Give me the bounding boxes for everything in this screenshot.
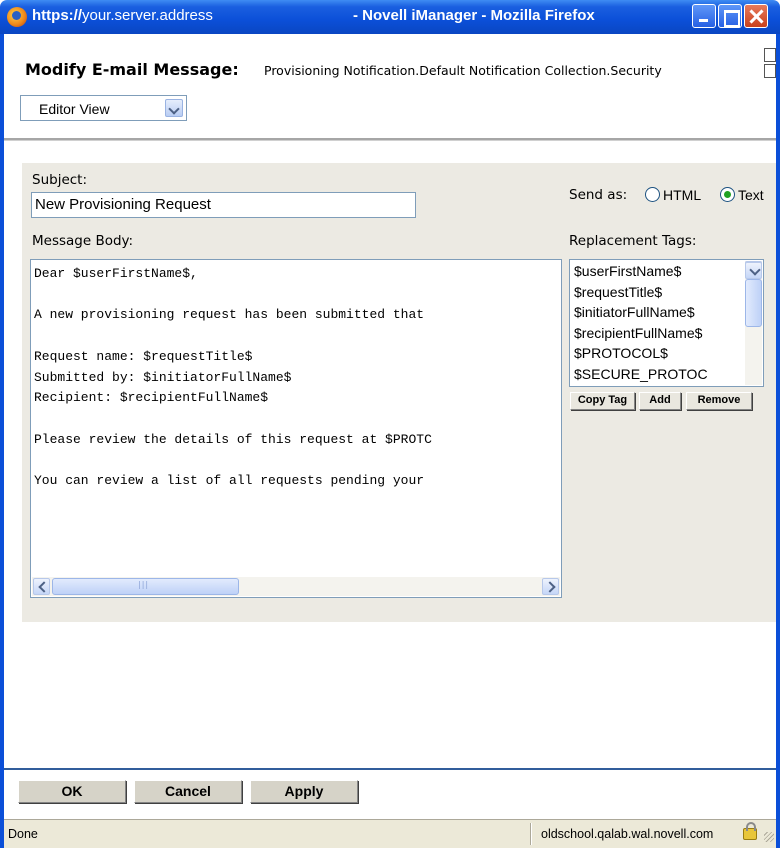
message-line: A new provisioning request has been subm… [34, 307, 425, 323]
message-line: Please review the details of this reques… [34, 431, 432, 447]
horizontal-scrollbar[interactable] [32, 577, 560, 596]
send-as-text-label[interactable]: Text [738, 187, 764, 203]
tag-item[interactable]: $SECURE_PROTOC [574, 364, 742, 385]
tag-item[interactable]: $requestTitle$ [574, 282, 742, 303]
message-body-label: Message Body: [32, 233, 134, 249]
replacement-tags-label: Replacement Tags: [569, 233, 697, 249]
window-url-host: your.server.address [82, 7, 213, 24]
close-icon[interactable] [744, 4, 768, 28]
header-divider [4, 138, 776, 141]
message-line: Request name: $requestTitle$ [34, 348, 253, 364]
window-url-scheme: https:// [32, 7, 82, 24]
message-line [34, 326, 432, 347]
message-line: Dear $userFirstName$, [34, 266, 198, 281]
page-title: Modify E-mail Message: [25, 60, 239, 79]
ok-button[interactable]: OK [18, 780, 126, 803]
status-divider [530, 823, 532, 845]
cancel-button[interactable]: Cancel [134, 780, 242, 803]
message-line [34, 450, 432, 471]
view-select[interactable]: Editor View [20, 95, 187, 121]
tag-item[interactable]: $initiatorFullName$ [574, 302, 742, 323]
minimize-icon[interactable] [692, 4, 716, 28]
tag-item[interactable]: $userFirstName$ [574, 261, 742, 282]
maximize-icon[interactable] [718, 4, 742, 28]
copy-tag-button[interactable]: Copy Tag [570, 392, 635, 410]
window-url: https://your.server.address [32, 7, 213, 24]
scroll-right-icon[interactable] [542, 578, 559, 595]
window-frame-left [0, 34, 4, 848]
send-as-html-radio[interactable] [645, 187, 660, 202]
header-icons [764, 48, 778, 82]
apply-button[interactable]: Apply [250, 780, 358, 803]
tag-item[interactable]: $PROTOCOL$ [574, 343, 742, 364]
task-icon[interactable] [764, 48, 776, 62]
message-line [34, 285, 432, 306]
send-as-label: Send as: [569, 187, 628, 203]
lock-icon[interactable] [743, 822, 757, 840]
help-icon[interactable] [764, 64, 776, 78]
subject-input[interactable]: New Provisioning Request [31, 192, 416, 218]
status-bar: Done oldschool.qalab.wal.novell.com [4, 819, 776, 848]
message-line [34, 409, 432, 430]
send-as-text-radio[interactable] [720, 187, 735, 202]
view-select-value: Editor View [39, 101, 110, 117]
window-title: - Novell iManager - Mozilla Firefox [353, 7, 595, 24]
replacement-tags-list[interactable]: $userFirstName$ $requestTitle$ $initiato… [569, 259, 764, 387]
remove-tag-button[interactable]: Remove [686, 392, 752, 410]
object-path: Provisioning Notification.Default Notifi… [264, 63, 662, 78]
message-body-textarea[interactable]: Dear $userFirstName$, A new provisioning… [30, 259, 562, 598]
resize-grip-icon[interactable] [764, 832, 774, 842]
message-line: Recipient: $recipientFullName$ [34, 390, 269, 406]
window-titlebar[interactable]: https://your.server.address - Novell iMa… [0, 0, 780, 34]
window-frame-right [776, 34, 780, 848]
message-body-text: Dear $userFirstName$, A new provisioning… [34, 264, 432, 492]
status-host: oldschool.qalab.wal.novell.com [541, 827, 714, 841]
footer-divider [4, 768, 776, 770]
vertical-scroll-thumb[interactable] [745, 279, 762, 327]
scroll-down-icon[interactable] [745, 262, 762, 279]
message-line: Submitted by: $initiatorFullName$ [34, 369, 292, 385]
tag-item[interactable]: $recipientFullName$ [574, 323, 742, 344]
subject-label: Subject: [32, 172, 88, 188]
vertical-scrollbar[interactable] [745, 261, 762, 385]
horizontal-scroll-thumb[interactable] [52, 578, 239, 595]
status-text: Done [8, 827, 38, 841]
firefox-icon [7, 7, 27, 27]
add-tag-button[interactable]: Add [639, 392, 681, 410]
scroll-left-icon[interactable] [33, 578, 50, 595]
message-line: You can review a list of all requests pe… [34, 473, 425, 489]
send-as-html-label[interactable]: HTML [663, 187, 701, 203]
chevron-down-icon[interactable] [165, 99, 183, 117]
